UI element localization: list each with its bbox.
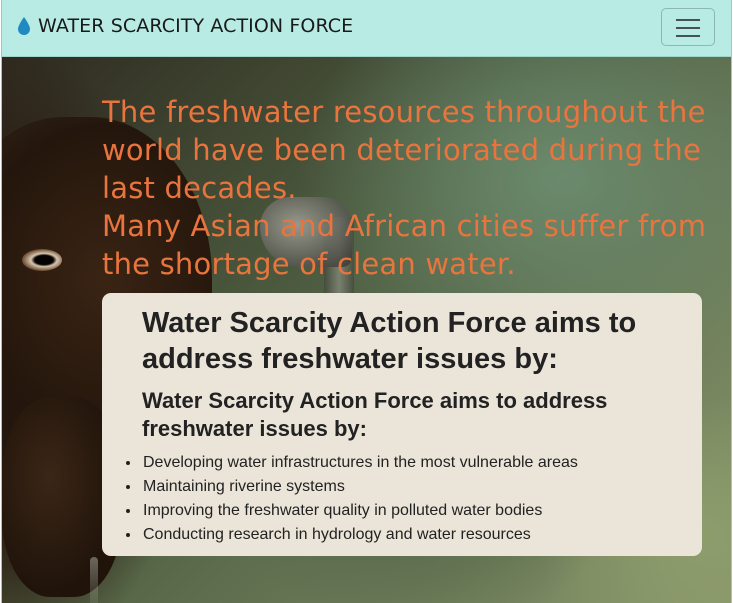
hamburger-menu-icon: [676, 27, 700, 29]
page-frame: WATER SCARCITY ACTION FORCE The freshwat…: [1, 0, 732, 603]
brand-text: WATER SCARCITY ACTION FORCE: [38, 15, 354, 37]
mission-list: Developing water infrastructures in the …: [123, 451, 662, 547]
card-subtitle: Water Scarcity Action Force aims to addr…: [142, 388, 608, 441]
hamburger-menu-icon: [676, 35, 700, 37]
card-title: Water Scarcity Action Force aims to addr…: [142, 307, 637, 375]
hero-headline: The freshwater resources throughout the …: [102, 93, 722, 283]
mission-list-item: Improving the freshwater quality in poll…: [141, 499, 662, 523]
mission-list-item: Developing water infrastructures in the …: [141, 451, 662, 475]
hamburger-menu-icon: [676, 19, 700, 21]
hero-background-image: [22, 249, 62, 271]
navbar: WATER SCARCITY ACTION FORCE: [2, 0, 731, 57]
hero-headline-line: Many Asian and African cities suffer fro…: [102, 209, 707, 281]
water-drop-icon: [16, 15, 32, 37]
hero-headline-line: The freshwater resources throughout the …: [102, 95, 706, 205]
mission-list-item: Conducting research in hydrology and wat…: [141, 523, 662, 547]
navbar-toggler-button[interactable]: [661, 8, 715, 46]
mission-list-item: Maintaining riverine systems: [141, 475, 662, 499]
brand-link[interactable]: WATER SCARCITY ACTION FORCE: [16, 15, 353, 37]
hero-background-image: [90, 557, 98, 603]
mission-card: Water Scarcity Action Force aims to addr…: [102, 293, 702, 556]
